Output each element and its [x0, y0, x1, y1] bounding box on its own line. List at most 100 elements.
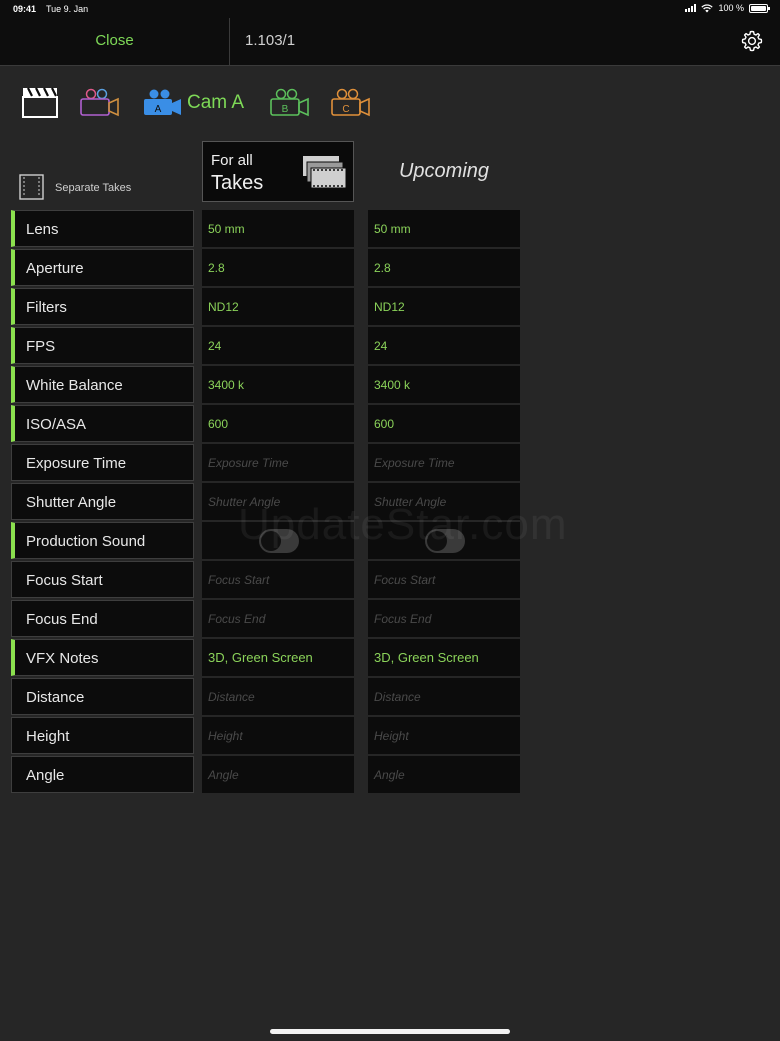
- parameter-row-label[interactable]: FPS: [11, 327, 194, 364]
- parameter-row-label[interactable]: Shutter Angle: [11, 483, 194, 520]
- cell-placeholder: Height: [374, 729, 409, 743]
- camera-c-icon[interactable]: C: [329, 88, 371, 118]
- nav-divider: [229, 18, 230, 66]
- parameter-label: Focus End: [26, 611, 98, 628]
- parameter-row-label[interactable]: Focus End: [11, 600, 194, 637]
- status-date: Tue 9. Jan: [46, 4, 89, 14]
- parameter-row-label[interactable]: Exposure Time: [11, 444, 194, 481]
- upcoming-cell[interactable]: Exposure Time: [368, 444, 520, 481]
- parameter-label: ISO/ASA: [26, 416, 87, 433]
- parameter-label: Angle: [26, 767, 65, 784]
- camera-a-icon[interactable]: A: [141, 88, 183, 118]
- for-all-cell[interactable]: Height: [202, 717, 354, 754]
- status-bar: 09:41 Tue 9. Jan 100 %: [0, 0, 780, 18]
- parameter-row-label[interactable]: Production Sound: [11, 522, 194, 559]
- for-all-cell[interactable]: 24: [202, 327, 354, 364]
- gear-icon[interactable]: [740, 29, 764, 53]
- parameter-label: Production Sound: [26, 533, 146, 550]
- cell-placeholder: Focus Start: [374, 573, 436, 587]
- upcoming-cell[interactable]: ND12: [368, 288, 520, 325]
- parameter-row-label[interactable]: Lens: [11, 210, 194, 247]
- for-all-takes-header[interactable]: For all Takes: [202, 141, 354, 202]
- for-all-cell[interactable]: 50 mm: [202, 210, 354, 247]
- cell-value: ND12: [374, 300, 405, 314]
- parameter-row-label[interactable]: Angle: [11, 756, 194, 793]
- upcoming-cell[interactable]: 2.8: [368, 249, 520, 286]
- cell-placeholder: Focus End: [374, 612, 432, 626]
- for-all-cell[interactable]: Distance: [202, 678, 354, 715]
- parameter-label: Lens: [26, 221, 59, 238]
- battery-percent: 100 %: [718, 3, 744, 13]
- cell-placeholder: Angle: [374, 768, 405, 782]
- home-indicator[interactable]: [270, 1029, 510, 1034]
- cell-value: 24: [374, 339, 388, 353]
- cell-value: 50 mm: [208, 222, 245, 236]
- parameter-label: VFX Notes: [26, 650, 99, 667]
- camera-b-icon[interactable]: B: [268, 88, 310, 118]
- separate-takes-label[interactable]: Separate Takes: [55, 182, 131, 194]
- camera-all-icon[interactable]: [78, 88, 120, 118]
- parameter-row-label[interactable]: Filters: [11, 288, 194, 325]
- parameter-label: Shutter Angle: [26, 494, 117, 511]
- status-right: 100 %: [685, 3, 770, 13]
- upcoming-cell[interactable]: Distance: [368, 678, 520, 715]
- parameter-label: Aperture: [26, 260, 84, 277]
- parameter-row-label[interactable]: Distance: [11, 678, 194, 715]
- for-all-cell[interactable]: 600: [202, 405, 354, 442]
- film-strips-icon: [303, 156, 347, 189]
- cell-value: 50 mm: [374, 222, 411, 236]
- cam-b-badge: B: [282, 104, 289, 115]
- parameter-label: Exposure Time: [26, 455, 127, 472]
- for-all-cell[interactable]: Focus Start: [202, 561, 354, 598]
- for-all-cell[interactable]: Focus End: [202, 600, 354, 637]
- close-button[interactable]: Close: [0, 18, 229, 66]
- clapperboard-icon[interactable]: [22, 86, 58, 118]
- active-camera-label: Cam A: [187, 92, 245, 113]
- cell-placeholder: Distance: [208, 690, 255, 704]
- parameter-label: White Balance: [26, 377, 123, 394]
- cell-placeholder: Focus End: [208, 612, 266, 626]
- upcoming-cell[interactable]: 50 mm: [368, 210, 520, 247]
- upcoming-cell[interactable]: 24: [368, 327, 520, 364]
- parameter-row-label[interactable]: White Balance: [11, 366, 194, 403]
- parameter-label: Filters: [26, 299, 67, 316]
- parameter-row-label[interactable]: VFX Notes: [11, 639, 194, 676]
- cell-value: 24: [208, 339, 222, 353]
- cell-placeholder: Exposure Time: [374, 456, 455, 470]
- upcoming-cell[interactable]: 600: [368, 405, 520, 442]
- parameter-row-label[interactable]: Height: [11, 717, 194, 754]
- parameter-label: Focus Start: [26, 572, 103, 589]
- page-title: 1.103/1: [245, 32, 296, 49]
- cell-placeholder: Distance: [374, 690, 421, 704]
- for-all-line1: For all: [211, 152, 253, 169]
- separate-takes-icon[interactable]: [19, 174, 44, 200]
- cell-value: 3D, Green Screen: [374, 650, 479, 665]
- parameter-label: FPS: [26, 338, 56, 355]
- parameter-row-label[interactable]: ISO/ASA: [11, 405, 194, 442]
- upcoming-cell[interactable]: Angle: [368, 756, 520, 793]
- cell-placeholder: Focus Start: [208, 573, 270, 587]
- for-all-line2: Takes: [211, 172, 264, 194]
- cell-value: 600: [208, 417, 229, 431]
- cell-placeholder: Height: [208, 729, 243, 743]
- for-all-cell[interactable]: Angle: [202, 756, 354, 793]
- cell-placeholder: Angle: [208, 768, 239, 782]
- parameter-row-label[interactable]: Aperture: [11, 249, 194, 286]
- cell-value: ND12: [208, 300, 239, 314]
- for-all-cell[interactable]: 3D, Green Screen: [202, 639, 354, 676]
- cellular-signal-icon: [685, 4, 697, 12]
- upcoming-cell[interactable]: 3400 k: [368, 366, 520, 403]
- upcoming-cell[interactable]: Height: [368, 717, 520, 754]
- for-all-cell[interactable]: 3400 k: [202, 366, 354, 403]
- status-time: 09:41: [13, 4, 37, 14]
- for-all-cell[interactable]: Exposure Time: [202, 444, 354, 481]
- parameter-label: Height: [26, 728, 70, 745]
- for-all-cell[interactable]: 2.8: [202, 249, 354, 286]
- upcoming-cell[interactable]: 3D, Green Screen: [368, 639, 520, 676]
- upcoming-cell[interactable]: Focus End: [368, 600, 520, 637]
- parameter-labels: Lens Aperture Filters FPS White Balance ISO/A…: [11, 210, 194, 795]
- cell-value: 3D, Green Screen: [208, 650, 313, 665]
- parameter-row-label[interactable]: Focus Start: [11, 561, 194, 598]
- for-all-cell[interactable]: ND12: [202, 288, 354, 325]
- upcoming-cell[interactable]: Focus Start: [368, 561, 520, 598]
